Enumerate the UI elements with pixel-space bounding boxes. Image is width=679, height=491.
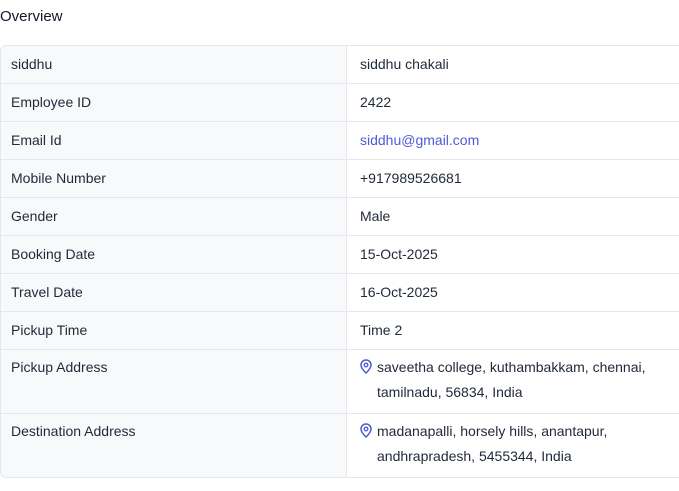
row-value: 2422 — [347, 84, 679, 121]
table-row: Mobile Number +917989526681 — [1, 159, 679, 197]
overview-table: siddhu siddhu chakali Employee ID 2422 E… — [0, 45, 679, 478]
table-row: Employee ID 2422 — [1, 83, 679, 121]
email-link[interactable]: siddhu@gmail.com — [360, 132, 479, 148]
row-value: Male — [347, 198, 679, 235]
address-text: saveetha college, kuthambakkam, chennai,… — [377, 359, 646, 400]
row-label: Travel Date — [1, 274, 347, 311]
row-label: Employee ID — [1, 84, 347, 121]
row-value: Time 2 — [347, 312, 679, 349]
row-label: siddhu — [1, 46, 347, 83]
table-row: Pickup Address saveetha college, kuthamb… — [1, 349, 679, 413]
row-value: 16-Oct-2025 — [347, 274, 679, 311]
table-row: siddhu siddhu chakali — [1, 46, 679, 83]
destination-address: madanapalli, horsely hills, anantapur, a… — [347, 414, 679, 477]
address-text: madanapalli, horsely hills, anantapur, a… — [377, 423, 608, 464]
row-label: Destination Address — [1, 414, 347, 477]
row-label: Booking Date — [1, 236, 347, 273]
row-label: Pickup Address — [1, 350, 347, 413]
map-pin-icon — [360, 359, 372, 374]
row-value: 15-Oct-2025 — [347, 236, 679, 273]
row-value: +917989526681 — [347, 160, 679, 197]
table-row: Booking Date 15-Oct-2025 — [1, 235, 679, 273]
row-label: Gender — [1, 198, 347, 235]
row-label: Email Id — [1, 122, 347, 159]
table-row: Email Id siddhu@gmail.com — [1, 121, 679, 159]
table-row: Pickup Time Time 2 — [1, 311, 679, 349]
table-row: Destination Address madanapalli, horsely… — [1, 413, 679, 477]
row-value-cell: siddhu@gmail.com — [347, 122, 679, 159]
row-label: Pickup Time — [1, 312, 347, 349]
row-value: siddhu chakali — [347, 46, 679, 83]
map-pin-icon — [360, 423, 372, 438]
pickup-address: saveetha college, kuthambakkam, chennai,… — [347, 350, 679, 413]
section-title: Overview — [0, 8, 63, 25]
table-row: Travel Date 16-Oct-2025 — [1, 273, 679, 311]
table-row: Gender Male — [1, 197, 679, 235]
row-label: Mobile Number — [1, 160, 347, 197]
